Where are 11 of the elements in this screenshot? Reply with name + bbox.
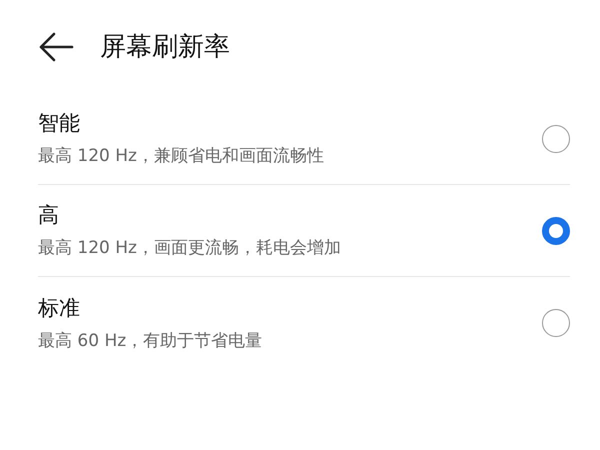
option-title: 高	[38, 202, 60, 228]
option-description: 最高 60 Hz，有助于节省电量	[38, 330, 264, 352]
radio-button[interactable]	[542, 124, 570, 152]
radio-button[interactable]	[542, 216, 570, 244]
option-description: 最高 120 Hz，兼顾省电和画面流畅性	[38, 145, 325, 167]
page-title: 屏幕刷新率	[100, 31, 230, 64]
option-title: 智能	[38, 110, 81, 136]
radio-button[interactable]	[542, 309, 570, 337]
option-title: 标准	[38, 294, 81, 320]
option-description: 最高 120 Hz，画面更流畅，耗电会增加	[38, 237, 342, 259]
back-arrow-icon[interactable]	[38, 32, 74, 62]
